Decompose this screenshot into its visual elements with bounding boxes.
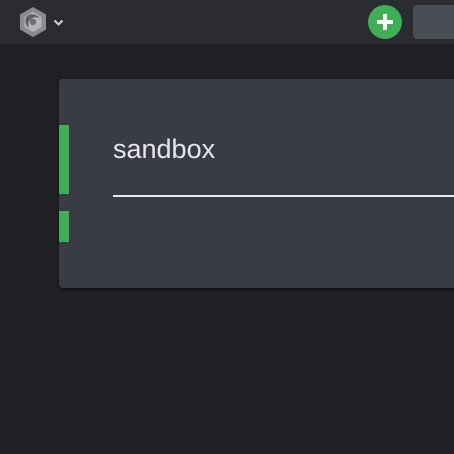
workspace-card (59, 79, 454, 288)
app-menu-toggle[interactable] (16, 5, 64, 39)
input-underline (113, 195, 454, 197)
top-bar (0, 0, 454, 44)
secondary-indicator-bar (59, 211, 69, 242)
chevron-down-icon (53, 19, 64, 27)
active-indicator-bar (59, 125, 69, 194)
toolbar-button[interactable] (413, 5, 454, 39)
app-logo-icon (16, 5, 50, 39)
workspace-name-input[interactable] (113, 131, 454, 167)
add-button[interactable] (368, 5, 402, 39)
